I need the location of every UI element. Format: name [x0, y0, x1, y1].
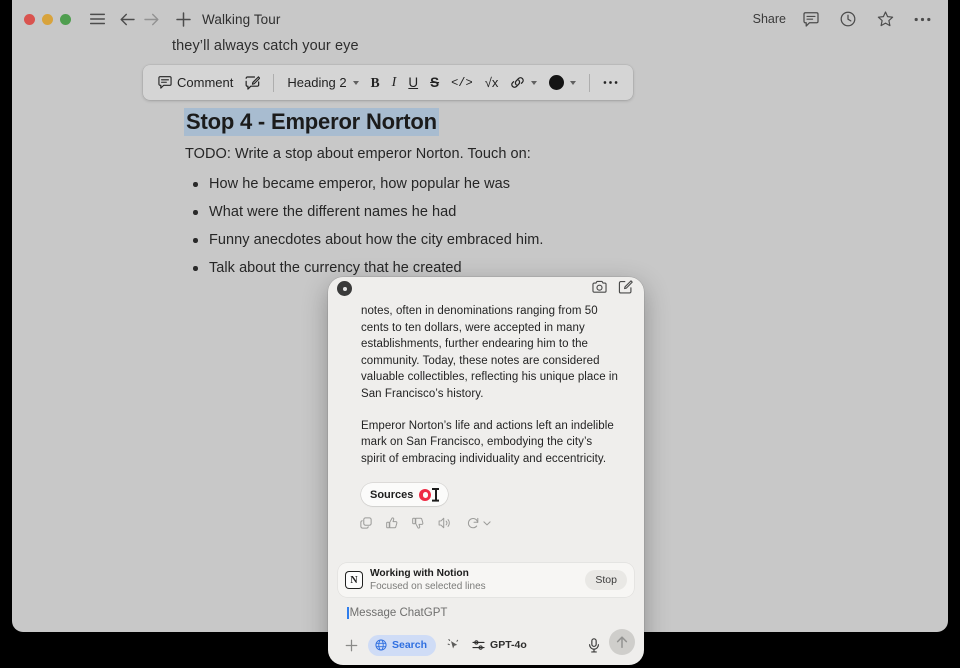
bullet-list: How he became emperor, how popular he wa…	[185, 170, 705, 282]
composer-toolbar: Search GPT-4o	[328, 629, 644, 660]
toolbar-divider-2	[589, 73, 591, 92]
working-with-title: Working with Notion	[370, 567, 469, 579]
color-chevron-down-icon	[570, 80, 577, 85]
search-label: Search	[392, 639, 428, 651]
sources-label: Sources	[370, 488, 414, 501]
link-icon	[510, 76, 525, 89]
send-arrow-icon	[616, 636, 628, 648]
list-item[interactable]: Funny anecdotes about how the city embra…	[185, 226, 705, 254]
message-placeholder: Message ChatGPT	[349, 607, 448, 619]
comment-icon[interactable]	[799, 7, 823, 31]
sources-button[interactable]: Sources	[361, 483, 449, 507]
copy-icon[interactable]	[360, 517, 372, 530]
thumbs-up-icon[interactable]	[386, 517, 398, 529]
forward-arrow-icon[interactable]	[139, 7, 163, 31]
share-button[interactable]: Share	[753, 12, 786, 26]
microphone-icon[interactable]	[588, 637, 600, 653]
new-page-plus-icon[interactable]	[171, 7, 195, 31]
model-label: GPT-4o	[490, 639, 527, 651]
formatting-toolbar: Comment Heading 2 B I U S </> √x	[143, 65, 634, 100]
screenshot-icon[interactable]	[592, 280, 607, 294]
suggest-edit-icon	[245, 75, 261, 90]
previous-paragraph[interactable]: they’ll always catch your eye	[172, 38, 359, 54]
ai-cursor-icon[interactable]	[447, 638, 461, 652]
maximize-window-button[interactable]	[60, 13, 71, 25]
stop-button[interactable]: Stop	[585, 570, 627, 590]
page-title[interactable]: Walking Tour	[202, 12, 280, 27]
strikethrough-button[interactable]: S	[424, 70, 445, 96]
source-favicon-icon	[419, 488, 432, 501]
thumbs-down-icon[interactable]	[412, 517, 424, 529]
globe-icon	[375, 639, 387, 651]
model-selector[interactable]: GPT-4o	[472, 639, 527, 651]
comment-label: Comment	[177, 75, 234, 90]
link-chevron-down-icon	[531, 80, 538, 85]
toolbar-more-button[interactable]	[597, 70, 624, 96]
titlebar-actions: Share	[753, 0, 934, 38]
text-color-button[interactable]	[543, 70, 582, 96]
window-titlebar: Walking Tour Share	[12, 0, 948, 38]
more-options-icon[interactable]	[910, 7, 934, 31]
chatgpt-header-actions	[592, 280, 633, 294]
suggest-edit-button[interactable]	[239, 70, 266, 96]
working-with-app-bar[interactable]: N Working with Notion Focused on selecte…	[338, 563, 634, 597]
equation-button[interactable]: √x	[479, 70, 505, 96]
italic-button[interactable]: I	[386, 70, 403, 96]
block-type-label: Heading 2	[287, 75, 347, 90]
read-aloud-icon[interactable]	[438, 517, 451, 529]
new-chat-icon[interactable]	[618, 280, 633, 294]
link-button[interactable]	[504, 70, 543, 96]
regenerate-icon[interactable]	[467, 517, 491, 529]
minimize-window-button[interactable]	[42, 13, 53, 25]
todo-paragraph[interactable]: TODO: Write a stop about emperor Norton.…	[185, 146, 531, 162]
close-window-button[interactable]	[24, 13, 35, 25]
assistant-paragraph-2: Emperor Norton’s life and actions left a…	[361, 419, 614, 465]
window-controls[interactable]	[24, 13, 71, 25]
back-arrow-icon[interactable]	[115, 7, 139, 31]
toolbar-divider	[273, 73, 275, 92]
attach-plus-icon[interactable]	[345, 639, 358, 652]
screen: Walking Tour Share they’ll always catch …	[0, 0, 960, 668]
chevron-down-icon	[352, 80, 359, 85]
working-with-subtitle: Focused on selected lines	[370, 580, 486, 592]
search-toggle-button[interactable]: Search	[368, 634, 437, 656]
comment-button[interactable]: Comment	[152, 70, 239, 96]
chevron-down-icon	[483, 521, 491, 526]
history-icon[interactable]	[836, 7, 860, 31]
working-with-text: Working with Notion Focused on selected …	[370, 568, 486, 592]
heading-stop-4[interactable]: Stop 4 - Emperor Norton	[184, 108, 439, 136]
list-item[interactable]: How he became emperor, how popular he wa…	[185, 170, 705, 198]
chat-message-scroll[interactable]: notes, often in denominations ranging fr…	[328, 303, 644, 557]
chatgpt-panel-header	[328, 277, 644, 303]
inline-code-button[interactable]: </>	[445, 70, 479, 96]
send-button[interactable]	[609, 629, 635, 655]
bold-button[interactable]: B	[365, 70, 386, 96]
message-action-bar	[360, 517, 644, 530]
chatgpt-panel: notes, often in denominations ranging fr…	[328, 277, 644, 665]
underline-button[interactable]: U	[402, 70, 424, 96]
star-icon[interactable]	[873, 7, 897, 31]
text-cursor-icon	[432, 488, 440, 502]
color-swatch-icon	[549, 75, 565, 90]
close-icon[interactable]	[337, 281, 352, 296]
notion-icon: N	[346, 572, 362, 588]
list-item[interactable]: What were the different names he had	[185, 198, 705, 226]
comment-bubble-icon	[158, 76, 172, 89]
chat-composer: Message ChatGPT Search GPT-4o	[328, 602, 644, 665]
text-caret	[347, 607, 349, 619]
block-type-dropdown[interactable]: Heading 2	[281, 70, 364, 96]
message-input[interactable]: Message ChatGPT	[347, 607, 447, 619]
assistant-paragraph-1: notes, often in denominations ranging fr…	[361, 305, 618, 400]
hamburger-icon[interactable]	[85, 7, 109, 31]
sliders-icon	[472, 639, 485, 651]
